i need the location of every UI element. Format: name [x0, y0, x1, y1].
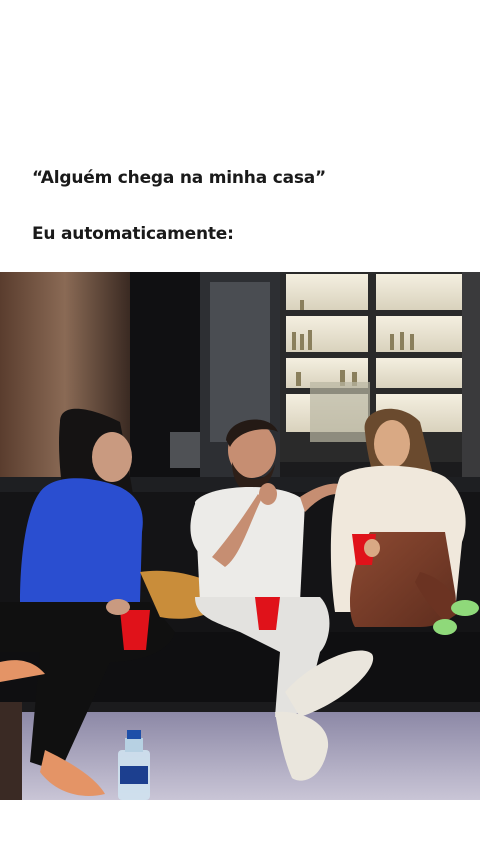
meme-caption-2: Eu automaticamente:: [32, 224, 234, 244]
meme-caption-1: “Alguém chega na minha casa”: [32, 168, 327, 188]
meme-photo: [0, 272, 480, 800]
